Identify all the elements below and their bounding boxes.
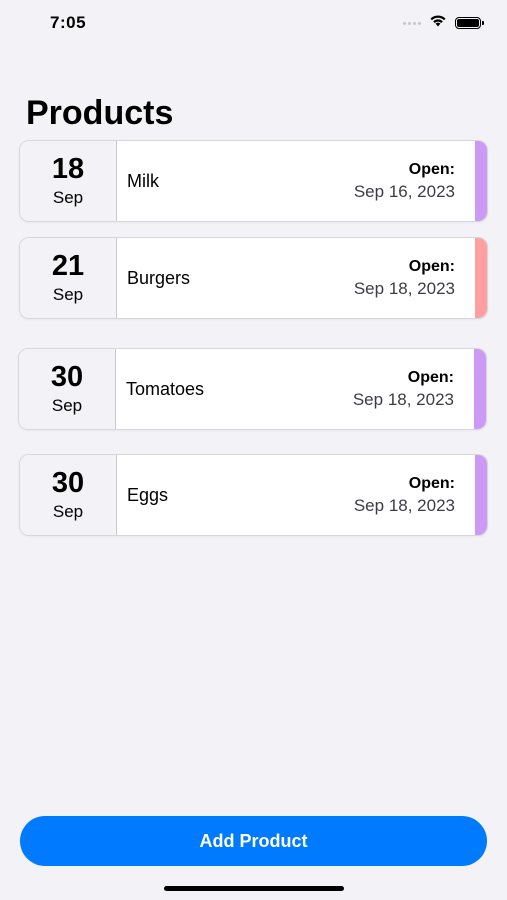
date-month: Sep xyxy=(52,188,84,207)
date-month: Sep xyxy=(52,285,84,304)
product-name: Burgers xyxy=(127,267,191,288)
category-color-strip xyxy=(475,238,487,318)
open-date: Sep 16, 2023 xyxy=(353,181,455,201)
open-info: Open: Sep 18, 2023 xyxy=(353,349,474,429)
product-card[interactable]: 30 Sep Tomatoes Open: Sep 18, 2023 xyxy=(19,349,486,429)
date-day: 30 xyxy=(50,361,84,393)
open-info: Open: Sep 16, 2023 xyxy=(354,141,475,221)
date-box: 30 Sep xyxy=(20,455,117,535)
date-box: 21 Sep xyxy=(20,238,117,318)
date-month: Sep xyxy=(51,396,83,415)
category-color-strip xyxy=(474,349,486,429)
open-label: Open: xyxy=(407,368,454,386)
date-box: 30 Sep xyxy=(19,349,116,429)
product-card[interactable]: 30 Sep Eggs Open: Sep 18, 2023 xyxy=(20,455,487,535)
date-day: 30 xyxy=(51,467,85,499)
category-color-strip xyxy=(475,455,487,535)
open-info: Open: Sep 18, 2023 xyxy=(354,238,475,318)
category-color-strip xyxy=(475,141,487,221)
product-card[interactable]: 18 Sep Milk Open: Sep 16, 2023 xyxy=(20,141,487,221)
date-day: 18 xyxy=(51,153,85,185)
product-name: Tomatoes xyxy=(126,378,205,399)
open-info: Open: Sep 18, 2023 xyxy=(354,455,475,535)
status-icons xyxy=(403,14,484,32)
open-label: Open: xyxy=(408,474,455,492)
status-bar: 7:05 xyxy=(0,0,507,46)
date-day: 21 xyxy=(51,250,85,282)
home-indicator xyxy=(164,886,344,891)
battery-icon xyxy=(455,17,484,29)
product-card[interactable]: 21 Sep Burgers Open: Sep 18, 2023 xyxy=(20,238,487,318)
open-date: Sep 18, 2023 xyxy=(353,495,455,515)
add-product-button[interactable]: Add Product xyxy=(20,816,487,866)
open-date: Sep 18, 2023 xyxy=(353,278,455,298)
cellular-signal-icon xyxy=(403,21,421,25)
open-label: Open: xyxy=(408,160,455,178)
status-time: 7:05 xyxy=(50,13,87,32)
product-name: Milk xyxy=(127,170,159,191)
product-name: Eggs xyxy=(127,484,169,505)
date-box: 18 Sep xyxy=(20,141,117,221)
open-date: Sep 18, 2023 xyxy=(352,389,454,409)
open-label: Open: xyxy=(408,257,455,275)
wifi-icon xyxy=(429,14,447,32)
date-month: Sep xyxy=(52,502,84,521)
page-title: Products xyxy=(26,94,174,132)
